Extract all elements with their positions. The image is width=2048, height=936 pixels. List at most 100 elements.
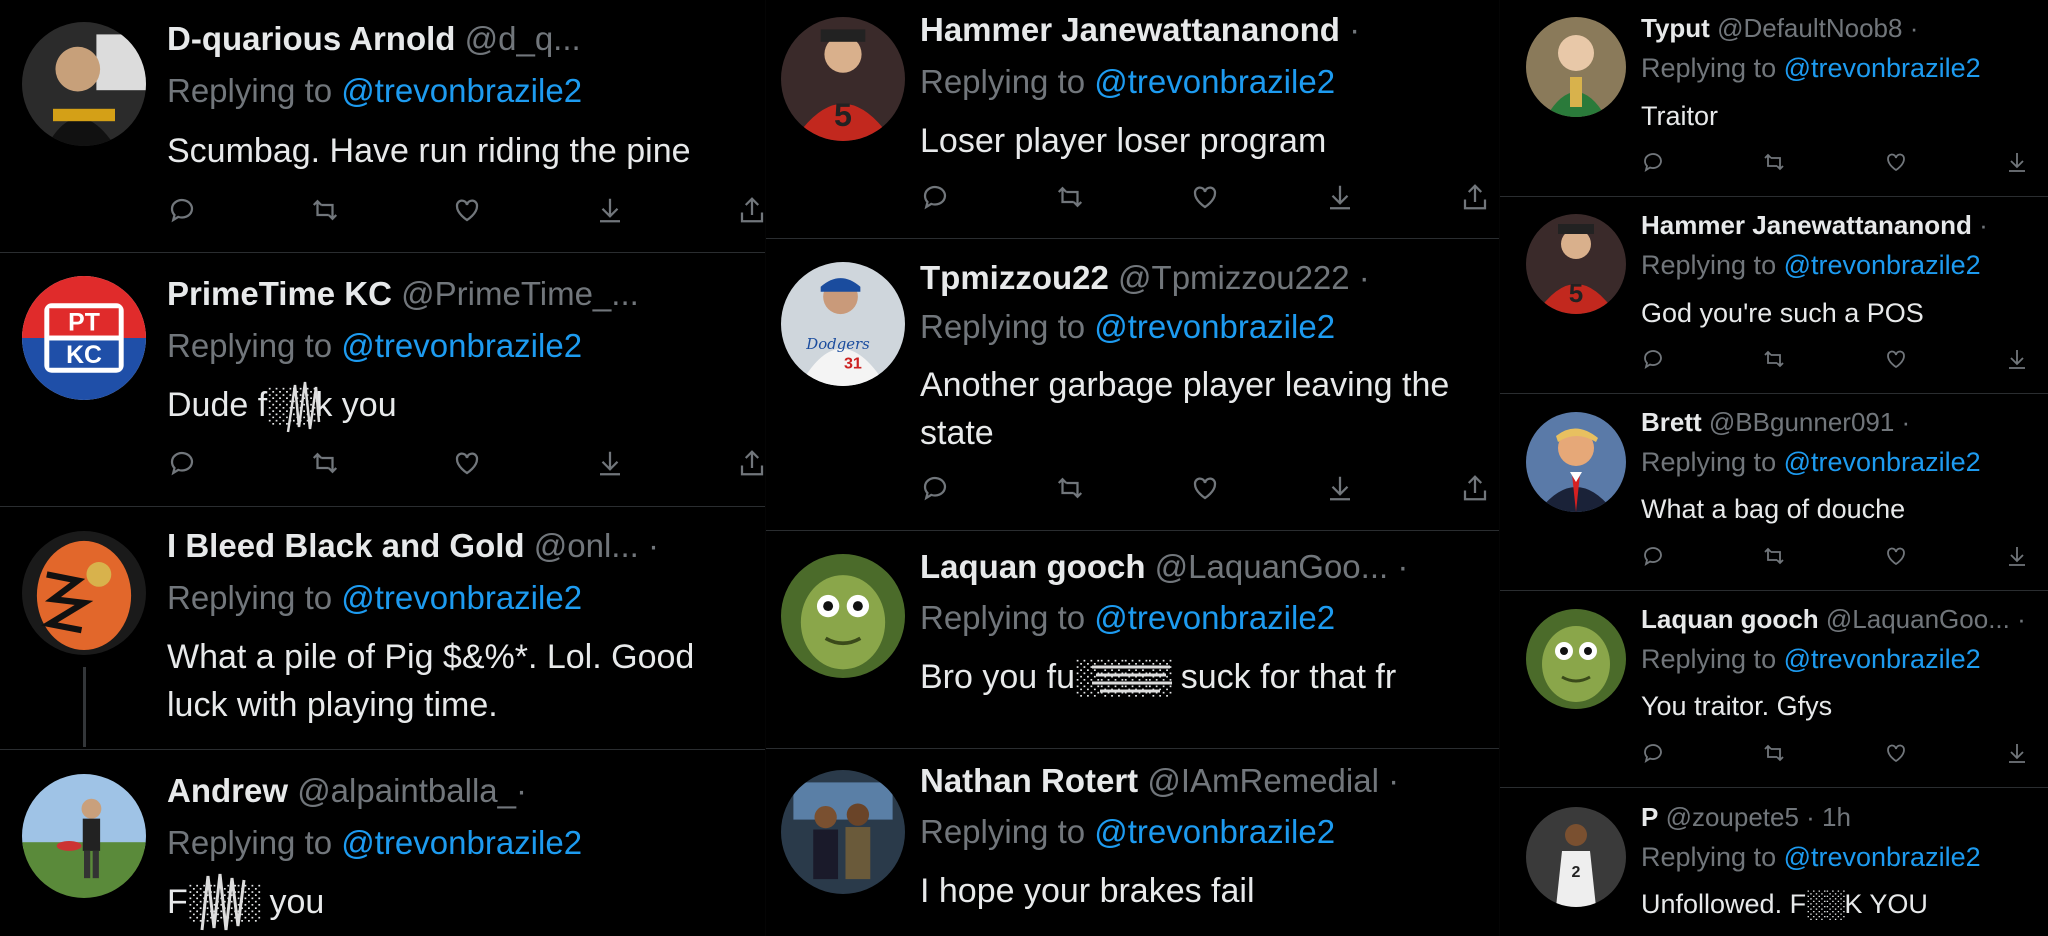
tweet-card[interactable]: Andrew @alpaintballa_· Replying to @trev… [0,749,766,936]
mention-link[interactable]: @trevonbrazile2 [1094,599,1335,636]
tweet-card[interactable]: Dodgers 31 Tpmizzou22 @Tpmizzou222 · Repl… [766,239,1500,531]
display-name[interactable]: PrimeTime KC [167,275,392,312]
display-name[interactable]: I Bleed Black and Gold [167,527,525,564]
display-name[interactable]: Tpmizzou22 [920,259,1109,296]
reply-icon[interactable] [167,195,197,225]
user-handle[interactable]: @zoupete5 · 1h [1666,802,1851,832]
avatar[interactable] [781,770,905,894]
retweet-icon[interactable] [1762,347,1786,371]
user-handle[interactable]: @d_q... [465,20,581,57]
reply-icon[interactable] [920,473,950,503]
display-name[interactable]: Hammer Janewattananond [1641,210,1972,240]
download-icon[interactable] [2005,544,2029,568]
like-icon[interactable] [1190,473,1220,503]
display-name[interactable]: Laquan gooch [1641,604,1819,634]
display-name[interactable]: D-quarious Arnold [167,20,455,57]
download-icon[interactable] [595,195,625,225]
like-icon[interactable] [1190,182,1220,212]
avatar[interactable] [781,554,905,678]
retweet-icon[interactable] [1762,544,1786,568]
display-name[interactable]: Andrew [167,772,288,809]
display-name[interactable]: P [1641,802,1658,832]
download-icon[interactable] [2005,741,2029,765]
tweet-card[interactable]: I Bleed Black and Gold @onl... · Replyin… [0,507,766,748]
avatar[interactable]: Dodgers 31 [781,262,905,386]
mention-link[interactable]: @trevonbrazile2 [341,824,582,861]
avatar[interactable]: 5 [781,17,905,141]
like-icon[interactable] [452,448,482,478]
retweet-icon[interactable] [1055,182,1085,212]
reply-icon[interactable] [1641,544,1665,568]
mention-link[interactable]: @trevonbrazile2 [1784,842,1981,872]
retweet-icon[interactable] [1762,150,1786,174]
user-handle[interactable]: @onl... · [534,527,659,564]
share-icon[interactable] [1460,182,1490,212]
mention-link[interactable]: @trevonbrazile2 [341,579,582,616]
like-icon[interactable] [452,195,482,225]
tweet-card[interactable]: 5 Hammer Janewattananond · Replying to @… [1500,197,2048,394]
mention-link[interactable]: @trevonbrazile2 [1784,250,1981,280]
download-icon[interactable] [595,448,625,478]
retweet-icon[interactable] [310,195,340,225]
avatar[interactable] [22,774,146,898]
download-icon[interactable] [2005,347,2029,371]
avatar[interactable] [22,22,146,146]
tweet-card[interactable]: Typut @DefaultNoob8 · Replying to @trevo… [1500,0,2048,197]
share-icon[interactable] [1460,473,1490,503]
tweet-card[interactable]: Laquan gooch @LaquanGoo... · Replying to… [1500,591,2048,788]
tweet-card[interactable]: D-quarious Arnold @d_q... Replying to @t… [0,0,766,253]
avatar[interactable] [1526,17,1626,117]
download-icon[interactable] [1325,473,1355,503]
display-name[interactable]: Laquan gooch [920,548,1146,585]
display-name[interactable]: Typut [1641,13,1710,43]
mention-link[interactable]: @trevonbrazile2 [1784,447,1981,477]
download-icon[interactable] [2005,150,2029,174]
tweet-card[interactable]: Brett @BBgunner091 · Replying to @trevon… [1500,394,2048,591]
user-handle[interactable]: @LaquanGoo... · [1826,604,2026,634]
user-handle[interactable]: · [1349,11,1360,48]
reply-icon[interactable] [167,448,197,478]
retweet-icon[interactable] [1762,741,1786,765]
avatar[interactable]: 2 [1526,807,1626,907]
avatar[interactable] [1526,609,1626,709]
user-handle[interactable]: @BBgunner091 · [1709,407,1910,437]
tweet-card[interactable]: PT KC PrimeTime KC @PrimeTime_... Replyin… [0,253,766,507]
share-icon[interactable] [737,448,766,478]
user-handle[interactable]: @alpaintballa_· [297,772,527,809]
tweet-card[interactable]: Nathan Rotert @IAmRemedial · Replying to… [766,748,1500,936]
mention-link[interactable]: @trevonbrazile2 [1784,644,1981,674]
mention-link[interactable]: @trevonbrazile2 [341,72,582,109]
retweet-icon[interactable] [1055,473,1085,503]
user-handle[interactable]: @PrimeTime_... [401,275,639,312]
avatar[interactable]: 5 [1526,214,1626,314]
mention-link[interactable]: @trevonbrazile2 [341,327,582,364]
display-name[interactable]: Hammer Janewattananond [920,11,1340,48]
tweet-card[interactable]: Laquan gooch @LaquanGoo... · Replying to… [766,531,1500,747]
tweet-card[interactable]: 2 P @zoupete5 · 1h Replying to @trevonbr… [1500,788,2048,936]
reply-icon[interactable] [1641,347,1665,371]
mention-link[interactable]: @trevonbrazile2 [1094,813,1335,850]
user-handle[interactable]: @IAmRemedial · [1147,762,1399,799]
like-icon[interactable] [1884,347,1908,371]
reply-icon[interactable] [1641,150,1665,174]
reply-icon[interactable] [920,182,950,212]
avatar[interactable]: PT KC [22,276,146,400]
mention-link[interactable]: @trevonbrazile2 [1094,63,1335,100]
like-icon[interactable] [1884,741,1908,765]
display-name[interactable]: Brett [1641,407,1702,437]
avatar[interactable] [22,531,146,655]
share-icon[interactable] [737,195,766,225]
user-handle[interactable]: @Tpmizzou222 · [1118,259,1370,296]
user-handle[interactable]: @LaquanGoo... · [1155,548,1409,585]
mention-link[interactable]: @trevonbrazile2 [1094,308,1335,345]
retweet-icon[interactable] [310,448,340,478]
like-icon[interactable] [1884,544,1908,568]
reply-icon[interactable] [1641,741,1665,765]
avatar[interactable] [1526,412,1626,512]
tweet-card[interactable]: 5 Hammer Janewattananond · Replying to @… [766,0,1500,239]
user-handle[interactable]: @DefaultNoob8 · [1717,13,1918,43]
like-icon[interactable] [1884,150,1908,174]
display-name[interactable]: Nathan Rotert [920,762,1138,799]
mention-link[interactable]: @trevonbrazile2 [1784,53,1981,83]
download-icon[interactable] [1325,182,1355,212]
